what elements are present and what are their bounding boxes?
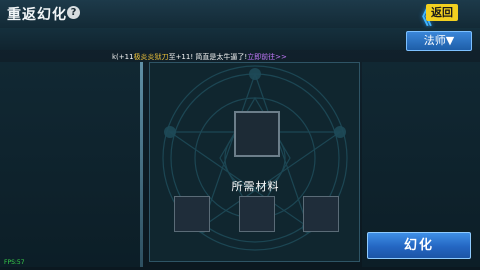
top-bar: 重返幻化 ? 《 返回 <box>0 0 480 29</box>
material-slot[interactable] <box>303 196 339 232</box>
equipment-slot-main[interactable] <box>234 111 280 157</box>
panel-divider <box>140 62 143 267</box>
required-materials-label: 所需材料 <box>231 180 280 193</box>
announcement-prefix: k(+11 <box>112 53 134 61</box>
announcement-text: 至+11! 简直是太牛逼了! <box>168 53 248 61</box>
back-button[interactable]: 《 返回 <box>404 2 476 29</box>
back-label: 返回 <box>426 4 458 21</box>
class-filter-dropdown[interactable]: 法师▼ <box>406 31 472 51</box>
double-chevron-left-icon: 《 <box>412 5 432 29</box>
material-slot[interactable] <box>174 196 210 232</box>
fps-counter: FPS:57 <box>4 259 25 266</box>
transmog-button[interactable]: 幻化 <box>367 232 471 259</box>
page-title: 重返幻化 <box>7 7 67 23</box>
transmog-workbench: 所需材料 <box>149 62 360 262</box>
material-slot[interactable] <box>239 196 275 232</box>
magic-circle-emblem <box>162 65 348 251</box>
reforge-screen: 重返幻化 ? 《 返回 法师▼ k(+11极炎炎狱刀至+11! 简直是太牛逼了!… <box>0 0 480 270</box>
announcement-item: 极炎炎狱刀 <box>133 53 169 61</box>
equipment-list-panel[interactable] <box>0 62 140 267</box>
help-icon[interactable]: ? <box>67 6 80 19</box>
announcement-goto-link[interactable]: 立即前往>> <box>247 53 287 61</box>
